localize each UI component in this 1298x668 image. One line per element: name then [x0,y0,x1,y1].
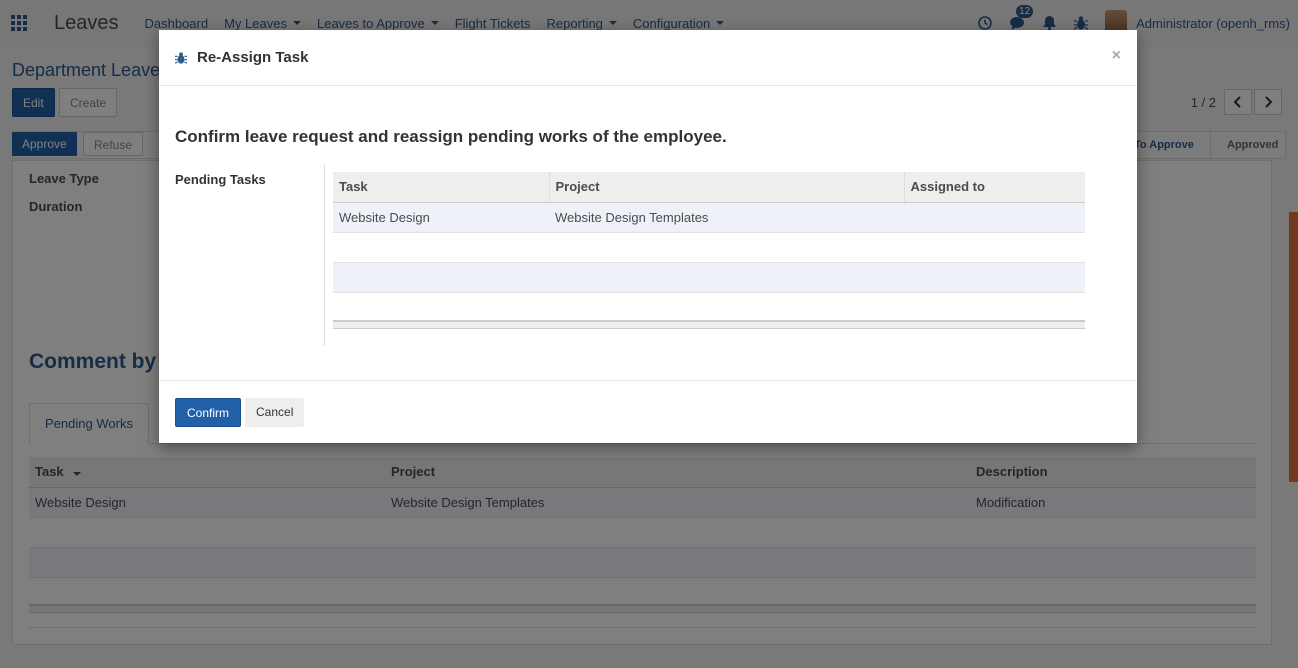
table-header-row: Task Project Assigned to [333,172,1085,203]
table-row-empty [333,262,1085,293]
cell-project: Website Design Templates [549,202,904,233]
reassign-task-dialog: Re-Assign Task × Confirm leave request a… [159,30,1137,443]
column-header-task[interactable]: Task [333,172,549,203]
close-icon[interactable]: × [1112,47,1121,65]
table-row-empty [333,232,1085,263]
field-divider [324,164,325,346]
confirm-button[interactable]: Confirm [175,398,242,427]
column-header-project[interactable]: Project [548,172,904,203]
pending-tasks-label: Pending Tasks [175,172,266,187]
modal-footer: Confirm Cancel [159,380,1137,443]
table-footer [333,320,1085,329]
modal-title: Re-Assign Task [197,49,309,66]
modal-header: Re-Assign Task × [159,30,1137,86]
bug-icon [175,51,187,64]
modal-heading: Confirm leave request and reassign pendi… [175,127,727,146]
cell-assigned-to[interactable] [904,202,1085,233]
column-header-assigned-to[interactable]: Assigned to [903,172,1085,203]
cell-task: Website Design [333,202,549,233]
cancel-button[interactable]: Cancel [245,398,305,427]
table-row[interactable]: Website Design Website Design Templates [333,202,1085,233]
pending-tasks-table: Task Project Assigned to Website Design … [333,172,1085,293]
